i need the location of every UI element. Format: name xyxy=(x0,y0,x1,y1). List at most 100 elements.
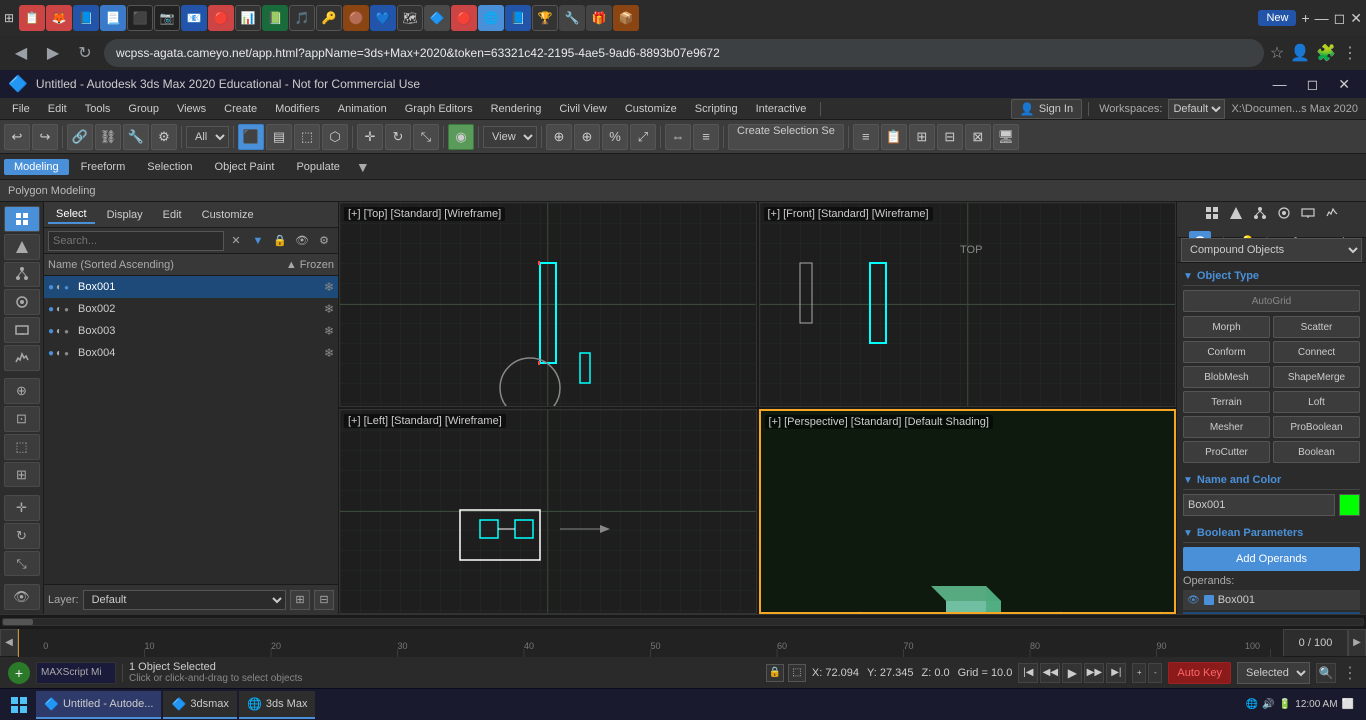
menu-modifiers[interactable]: Modifiers xyxy=(267,101,328,117)
link-btn[interactable]: 🔗 xyxy=(67,124,93,150)
terrain-btn[interactable]: Terrain xyxy=(1183,391,1270,413)
close-chrome[interactable]: ✕ xyxy=(1350,10,1362,27)
explorer-tab-edit[interactable]: Edit xyxy=(155,207,190,223)
rp-icon-motion[interactable] xyxy=(1273,202,1295,224)
menu-animation[interactable]: Animation xyxy=(330,101,395,117)
bind2-btn[interactable]: ⚙ xyxy=(151,124,177,150)
tb-icon-6[interactable]: 📷 xyxy=(154,5,180,31)
layer-select[interactable]: Default xyxy=(83,590,286,610)
sidebar-eye-icon[interactable]: 👁 xyxy=(4,584,40,610)
filter-select[interactable]: All xyxy=(186,126,229,148)
angle-snap-btn[interactable]: ⊕ xyxy=(574,124,600,150)
explorer-filter-btn[interactable]: ▼ xyxy=(248,231,268,251)
tb-icon-21[interactable]: 🔧 xyxy=(559,5,585,31)
back-btn[interactable]: ◀ xyxy=(8,40,34,66)
selected-dropdown[interactable]: Selected All xyxy=(1237,662,1310,684)
show-desktop[interactable]: ⬜ xyxy=(1342,699,1354,710)
windows-icon[interactable]: ⊞ xyxy=(4,11,14,25)
tb-icon-14[interactable]: 💙 xyxy=(370,5,396,31)
tb-icon-11[interactable]: 🎵 xyxy=(289,5,315,31)
extensions-icon[interactable]: 🧩 xyxy=(1316,43,1336,63)
create-selection-btn[interactable]: Create Selection Se xyxy=(728,124,844,150)
close-btn[interactable]: ✕ xyxy=(1330,74,1358,95)
add-obj-btn[interactable]: + xyxy=(8,662,30,684)
sidebar-snap-icon[interactable]: ⊕ xyxy=(4,378,40,404)
sidebar-move2-icon[interactable]: ✛ xyxy=(4,495,40,521)
tb-icon-10[interactable]: 📗 xyxy=(262,5,288,31)
lock2-btn[interactable]: ⬚ xyxy=(788,664,806,682)
time-up-btn[interactable]: + xyxy=(1132,663,1146,683)
menu-civil-view[interactable]: Civil View xyxy=(551,101,614,117)
name-color-header[interactable]: ▼ Name and Color xyxy=(1183,471,1360,490)
layer-type2-btn[interactable]: ⊠ xyxy=(965,124,991,150)
layer-render-btn[interactable]: 🖥 xyxy=(993,124,1019,150)
workspace-select[interactable]: Default xyxy=(1168,99,1225,119)
explorer-tab-display[interactable]: Display xyxy=(99,207,151,223)
shapemerge-btn[interactable]: ShapeMerge xyxy=(1273,366,1360,388)
rp-icon-modify[interactable] xyxy=(1225,202,1247,224)
start-btn[interactable] xyxy=(4,691,34,719)
menu-edit[interactable]: Edit xyxy=(40,101,75,117)
explorer-tab-select[interactable]: Select xyxy=(48,206,95,224)
timeline-next-btn[interactable]: ▶ xyxy=(1348,629,1366,657)
color-swatch[interactable] xyxy=(1339,494,1360,516)
conform-btn[interactable]: Conform xyxy=(1183,341,1270,363)
view-select[interactable]: View xyxy=(483,126,537,148)
loft-btn[interactable]: Loft xyxy=(1273,391,1360,413)
sidebar-hierarchy-icon[interactable] xyxy=(4,262,40,288)
object-name-input[interactable] xyxy=(1183,494,1335,516)
proboolean-btn[interactable]: ProBoolean xyxy=(1273,416,1360,438)
tb-icon-2[interactable]: 🦊 xyxy=(46,5,72,31)
connect-btn[interactable]: Connect xyxy=(1273,341,1360,363)
layer-btn-2[interactable]: ⊟ xyxy=(314,590,334,610)
sidebar-vert-icon[interactable]: ⊡ xyxy=(4,406,40,432)
address-bar[interactable]: wcpss-agata.cameyo.net/app.html?appName=… xyxy=(104,39,1264,67)
sidebar-create-icon[interactable] xyxy=(4,206,40,232)
tb-icon-18[interactable]: 🌐 xyxy=(478,5,504,31)
tb-icon-12[interactable]: 🔑 xyxy=(316,5,342,31)
tb-icon-4[interactable]: 📃 xyxy=(100,5,126,31)
maxscript-mini[interactable]: MAXScript Mi xyxy=(36,662,116,684)
boolean-btn[interactable]: Boolean xyxy=(1273,441,1360,463)
mirror-btn[interactable]: ⇔ xyxy=(665,124,691,150)
taskbar-chrome-item[interactable]: 🌐 3ds Max xyxy=(239,691,316,719)
sidebar-rot2-icon[interactable]: ↻ xyxy=(4,523,40,549)
play-next-btn[interactable]: ▶▶ xyxy=(1084,663,1104,683)
taskbar-3dsmax-item[interactable]: 🔷 Untitled - Autode... xyxy=(36,691,161,719)
mesher-btn[interactable]: Mesher xyxy=(1183,416,1270,438)
auto-key-btn[interactable]: Auto Key xyxy=(1168,662,1231,684)
select-region-btn[interactable]: ⬚ xyxy=(294,124,320,150)
viewport-left[interactable]: [+] [Left] [Standard] [Wireframe] xyxy=(339,409,757,614)
menu-group[interactable]: Group xyxy=(120,101,167,117)
sidebar-edge-icon[interactable]: ⬚ xyxy=(4,434,40,460)
tab-selection[interactable]: Selection xyxy=(137,159,202,175)
maximize-btn[interactable]: ◻ xyxy=(1299,74,1327,95)
sidebar-display-icon[interactable] xyxy=(4,317,40,343)
tray-sound[interactable]: 🔊 xyxy=(1262,699,1274,710)
tb-icon-20[interactable]: 🏆 xyxy=(532,5,558,31)
scale-btn[interactable]: ⤡ xyxy=(413,124,439,150)
menu-scripting[interactable]: Scripting xyxy=(687,101,746,117)
unlink-btn[interactable]: ⛓ xyxy=(95,124,121,150)
tb-icon-7[interactable]: 📧 xyxy=(181,5,207,31)
refresh-btn[interactable]: ↻ xyxy=(72,40,98,66)
search-icon[interactable]: 🔍 xyxy=(1316,663,1336,683)
tb-icon-17[interactable]: 🔴 xyxy=(451,5,477,31)
layers-btn[interactable]: ≡ xyxy=(853,124,879,150)
add-operands-btn[interactable]: Add Operands xyxy=(1183,547,1360,571)
play-prev-btn[interactable]: ◀◀ xyxy=(1040,663,1060,683)
rp-icon-utilities[interactable] xyxy=(1321,202,1343,224)
menu-tools[interactable]: Tools xyxy=(77,101,119,117)
lock-btn[interactable]: 🔒 xyxy=(766,664,784,682)
tb-icon-15[interactable]: 🗺 xyxy=(397,5,423,31)
timeline-counter[interactable]: 0 / 100 xyxy=(1283,629,1348,657)
sign-in-btn[interactable]: 👤 Sign In xyxy=(1011,99,1082,119)
sidebar-face-icon[interactable]: ⊞ xyxy=(4,462,40,488)
timeline-prev-btn[interactable]: ◀ xyxy=(0,629,18,657)
viewport-front[interactable]: [+] [Front] [Standard] [Wireframe] xyxy=(759,202,1177,407)
minimize-chrome[interactable]: — xyxy=(1315,10,1329,26)
sidebar-motion-icon[interactable] xyxy=(4,289,40,315)
tb-icon-16[interactable]: 🔷 xyxy=(424,5,450,31)
viewport-perspective[interactable]: [+] [Perspective] [Standard] [Default Sh… xyxy=(759,409,1177,614)
tab-freeform[interactable]: Freeform xyxy=(71,159,136,175)
